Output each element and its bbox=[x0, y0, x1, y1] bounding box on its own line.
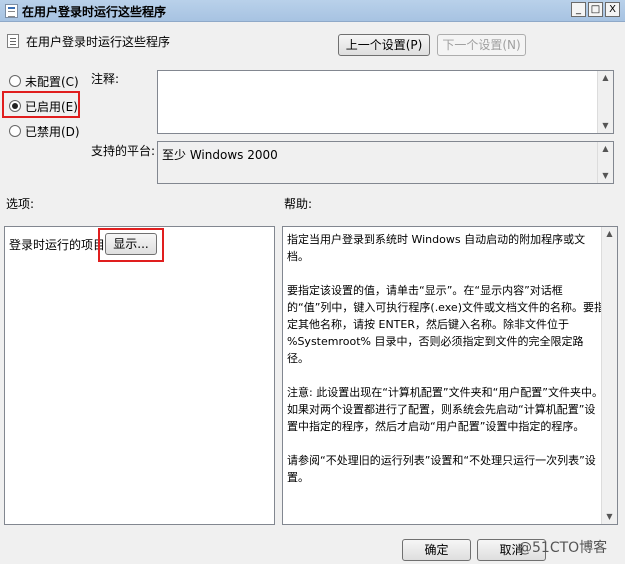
policy-icon bbox=[5, 4, 18, 18]
items-label: 登录时运行的项目 bbox=[9, 238, 106, 252]
comment-field[interactable]: ▲ ▼ bbox=[157, 70, 614, 134]
minimize-button[interactable]: _ bbox=[571, 2, 586, 17]
radio-enabled[interactable]: 已启用(E) bbox=[9, 98, 78, 115]
setting-name: 在用户登录时运行这些程序 bbox=[26, 35, 171, 49]
scroll-down-icon[interactable]: ▼ bbox=[598, 169, 613, 183]
radio-circle[interactable] bbox=[9, 75, 21, 87]
help-paragraph: 请参阅“不处理旧的运行列表”设置和“不处理只运行一次列表”设置。 bbox=[287, 454, 596, 484]
platform-label: 支持的平台: bbox=[91, 144, 156, 158]
help-text: 指定当用户登录到系统时 Windows 自动启动的附加程序或文档。 要指定该设置… bbox=[287, 231, 605, 503]
title-bar[interactable]: 在用户登录时运行这些程序 _ □ X bbox=[0, 0, 625, 22]
scroll-up-icon[interactable]: ▲ bbox=[598, 71, 613, 85]
setting-icon bbox=[7, 34, 19, 48]
comment-label: 注释: bbox=[91, 72, 120, 86]
scroll-up-icon[interactable]: ▲ bbox=[598, 142, 613, 156]
show-button[interactable]: 显示... bbox=[105, 233, 157, 255]
next-setting-button[interactable]: 下一个设置(N) bbox=[437, 34, 526, 56]
scroll-down-icon[interactable]: ▼ bbox=[598, 119, 613, 133]
watermark-text: @51CTO博客 bbox=[518, 540, 608, 556]
help-paragraph: 指定当用户登录到系统时 Windows 自动启动的附加程序或文档。 bbox=[287, 233, 586, 263]
radio-circle-checked[interactable] bbox=[9, 100, 21, 112]
help-scrollbar[interactable]: ▲ ▼ bbox=[601, 227, 617, 524]
radio-not-configured[interactable]: 未配置(C) bbox=[9, 73, 79, 90]
radio-label: 未配置(C) bbox=[25, 75, 79, 89]
scroll-up-icon[interactable]: ▲ bbox=[602, 227, 617, 241]
radio-circle[interactable] bbox=[9, 125, 21, 137]
help-panel: 指定当用户登录到系统时 Windows 自动启动的附加程序或文档。 要指定该设置… bbox=[282, 226, 618, 525]
platform-value: 至少 Windows 2000 bbox=[162, 148, 278, 162]
window-title: 在用户登录时运行这些程序 bbox=[22, 5, 167, 19]
restore-button[interactable]: □ bbox=[588, 2, 603, 17]
options-label: 选项: bbox=[6, 197, 35, 211]
scroll-down-icon[interactable]: ▼ bbox=[602, 510, 617, 524]
options-panel: 登录时运行的项目 显示... bbox=[4, 226, 275, 525]
comment-scrollbar[interactable]: ▲ ▼ bbox=[597, 71, 613, 133]
platform-scrollbar[interactable]: ▲ ▼ bbox=[597, 142, 613, 183]
help-label: 帮助: bbox=[284, 197, 313, 211]
close-button[interactable]: X bbox=[605, 2, 620, 17]
help-paragraph: 要指定该设置的值，请单击“显示”。在“显示内容”对话框的“值”列中，键入可执行程… bbox=[287, 284, 605, 365]
radio-label: 已禁用(D) bbox=[25, 125, 80, 139]
ok-button[interactable]: 确定 bbox=[402, 539, 471, 561]
previous-setting-button[interactable]: 上一个设置(P) bbox=[338, 34, 430, 56]
radio-label: 已启用(E) bbox=[25, 100, 78, 114]
radio-disabled[interactable]: 已禁用(D) bbox=[9, 123, 80, 140]
platform-field: 至少 Windows 2000 ▲ ▼ bbox=[157, 141, 614, 184]
help-paragraph: 注意: 此设置出现在“计算机配置”文件夹和“用户配置”文件夹中。如果对两个设置都… bbox=[287, 386, 603, 433]
